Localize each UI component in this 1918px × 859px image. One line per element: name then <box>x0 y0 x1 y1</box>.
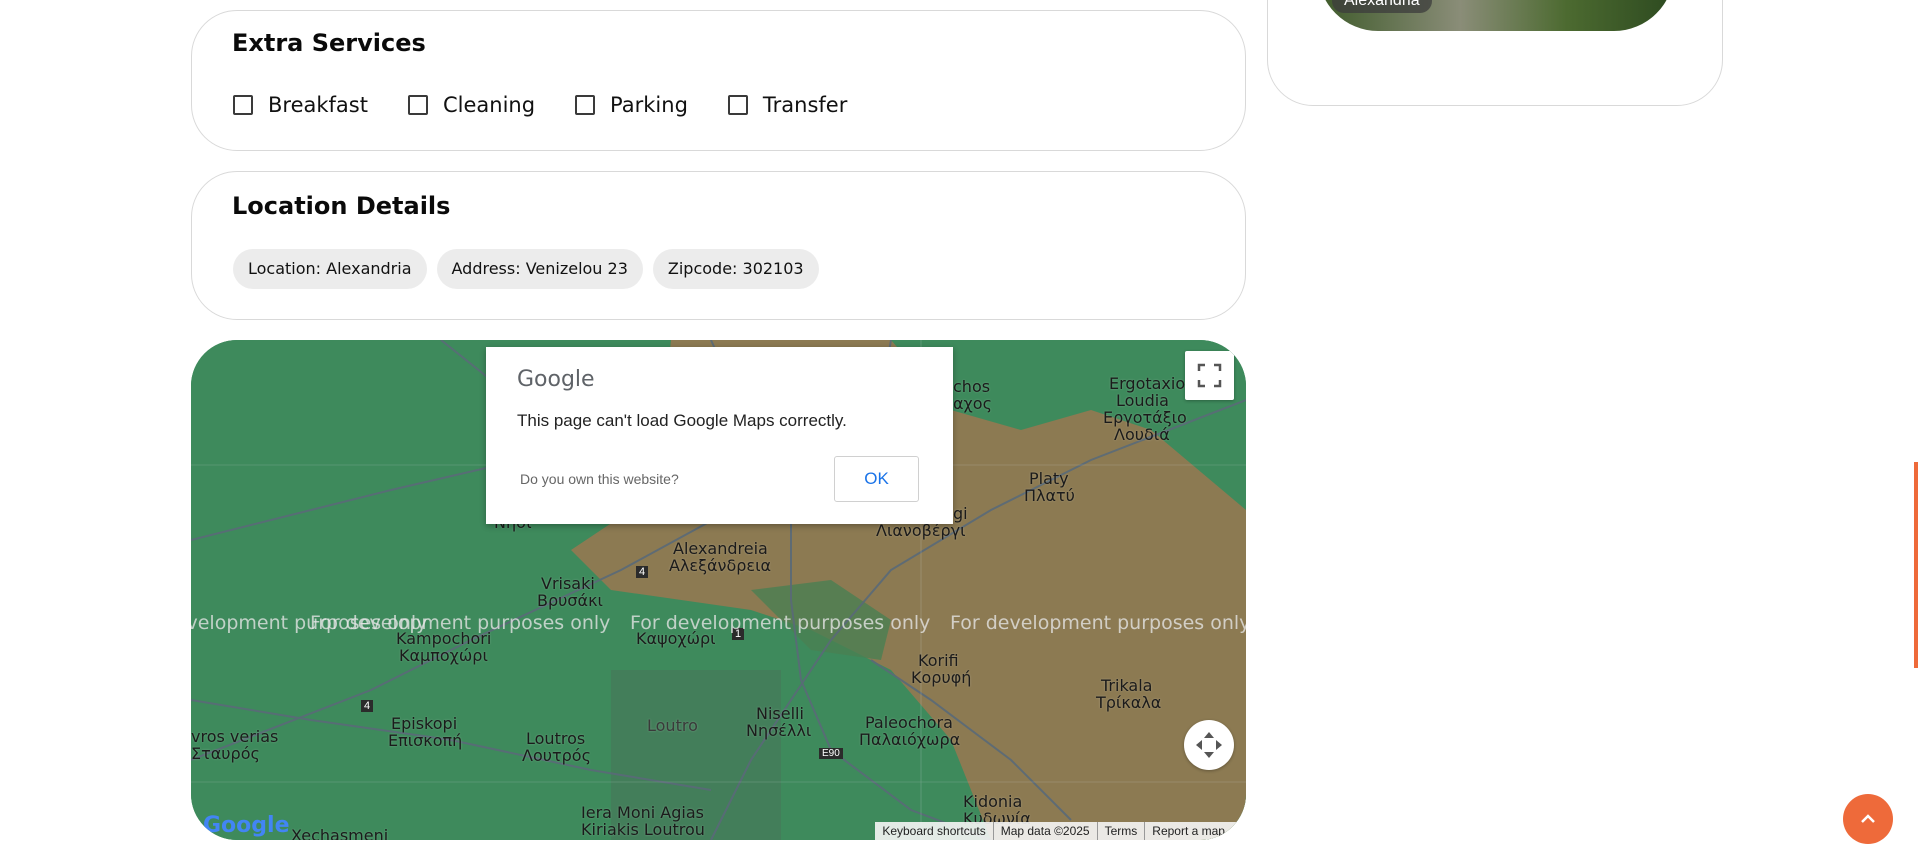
fullscreen-button[interactable] <box>1185 351 1234 400</box>
location-details-title: Location Details <box>232 192 451 220</box>
map-label: Λουτρός <box>522 746 591 765</box>
route-shield: E90 <box>819 748 843 759</box>
property-image[interactable]: Alexandria <box>1318 0 1674 31</box>
address-chip: Address: Venizelou 23 <box>436 249 643 289</box>
map-label: Xechasmeni <box>291 826 389 840</box>
map-label: Loudia <box>1116 391 1169 410</box>
map-label: Εργοτάξιο <box>1103 408 1187 427</box>
image-caption: Alexandria <box>1332 0 1432 13</box>
scrollbar-thumb[interactable] <box>1914 462 1918 668</box>
checkbox-label: Breakfast <box>268 93 368 117</box>
terms-link[interactable]: Terms <box>1096 822 1145 840</box>
map-label: gi <box>953 504 968 523</box>
map-label: Βρυσάκι <box>537 591 603 610</box>
map-label: Λιανοβέργι <box>876 521 966 540</box>
map-label: Trikala <box>1101 676 1153 695</box>
map-label: αχος <box>953 394 992 413</box>
location-chips: Location: Alexandria Address: Venizelou … <box>233 249 829 289</box>
map-label: Kidonia <box>963 792 1023 811</box>
map-label: Iera Moni Agias <box>581 803 704 822</box>
map-label: Καμποχώρι <box>399 646 488 665</box>
map-label: Episkopi <box>391 714 458 733</box>
pan-control-icon <box>1196 732 1222 758</box>
map-label: vros verias <box>191 727 279 746</box>
map-label: Platy <box>1029 469 1069 488</box>
map-label: Σταυρός <box>191 744 260 763</box>
dev-watermark: For development purposes only <box>630 612 931 634</box>
map-label: Kiriakis Loutrou <box>581 820 705 839</box>
map-label: Alexandreia <box>673 539 768 558</box>
keyboard-shortcuts-link[interactable]: Keyboard shortcuts <box>875 822 992 840</box>
map-label: Παλαιόχωρα <box>859 730 961 749</box>
checkbox-cleaning[interactable]: Cleaning <box>407 93 536 117</box>
map-data-attribution: Map data ©2025 <box>992 822 1097 840</box>
map-label: Πλατύ <box>1024 486 1075 505</box>
checkbox-box[interactable] <box>727 95 748 115</box>
map-label: Τρίκαλα <box>1096 693 1162 712</box>
map-label: Λουδιά <box>1114 425 1170 444</box>
route-shield: 4 <box>636 566 649 578</box>
map-label: Vrisaki <box>541 574 595 593</box>
google-map-logo[interactable]: Google <box>203 813 290 838</box>
pan-control-button[interactable] <box>1184 720 1234 770</box>
map-label: chos <box>953 377 991 396</box>
map-footer: Keyboard shortcuts Map data ©2025 Terms … <box>875 822 1246 840</box>
route-shield: 4 <box>361 700 374 712</box>
google-logo: Google <box>517 367 595 392</box>
location-details-card: Location Details Location: Alexandria Ad… <box>191 171 1246 320</box>
dev-watermark: For development purposes only <box>310 612 611 634</box>
checkbox-label: Cleaning <box>442 93 536 117</box>
error-message: This page can't load Google Maps correct… <box>517 411 847 430</box>
report-map-error-link[interactable]: Report a map er <box>1144 822 1246 840</box>
maps-error-dialog: Google This page can't load Google Maps … <box>486 347 953 524</box>
extra-services-title: Extra Services <box>232 29 426 57</box>
map-label: Loutros <box>526 729 586 748</box>
own-website-link[interactable]: Do you own this website? <box>520 471 679 487</box>
checkbox-box[interactable] <box>575 95 596 115</box>
checkbox-box[interactable] <box>233 95 253 115</box>
extra-services-card: Extra Services Breakfast Cleaning Parkin… <box>191 10 1246 151</box>
google-map[interactable]: Ergotaxio Loudia Εργοτάξιο Λουδιά Platy … <box>191 340 1246 840</box>
google-logo-text: Google <box>203 813 290 838</box>
checkbox-transfer[interactable]: Transfer <box>727 93 848 117</box>
ok-button[interactable]: OK <box>834 456 919 502</box>
checkbox-label: Transfer <box>762 93 848 117</box>
map-label: Νησέλλι <box>746 721 812 740</box>
zipcode-chip: Zipcode: 302103 <box>652 249 819 289</box>
checkbox-parking[interactable]: Parking <box>575 93 688 117</box>
extra-services-options: Breakfast Cleaning Parking Transfer <box>233 93 887 117</box>
checkbox-box[interactable] <box>407 95 428 115</box>
map-label: Niselli <box>756 704 804 723</box>
map-label: Paleochora <box>865 713 953 732</box>
map-label: Korifi <box>918 651 959 670</box>
map-label: Ergotaxio <box>1109 374 1186 393</box>
map-label: Επισκοπή <box>388 731 463 750</box>
chevron-up-icon <box>1861 814 1875 823</box>
location-chip: Location: Alexandria <box>233 249 427 289</box>
dev-watermark: For development purposes only <box>950 612 1246 634</box>
fullscreen-icon <box>1197 363 1222 388</box>
checkbox-label: Parking <box>610 93 688 117</box>
side-property-card: Alexandria <box>1267 0 1723 106</box>
checkbox-breakfast[interactable]: Breakfast <box>233 93 368 117</box>
map-label: Αλεξάνδρεια <box>669 556 772 575</box>
scroll-to-top-button[interactable] <box>1843 794 1893 844</box>
map-label: Κορυφή <box>911 668 972 687</box>
map-label: Loutro <box>647 716 698 735</box>
